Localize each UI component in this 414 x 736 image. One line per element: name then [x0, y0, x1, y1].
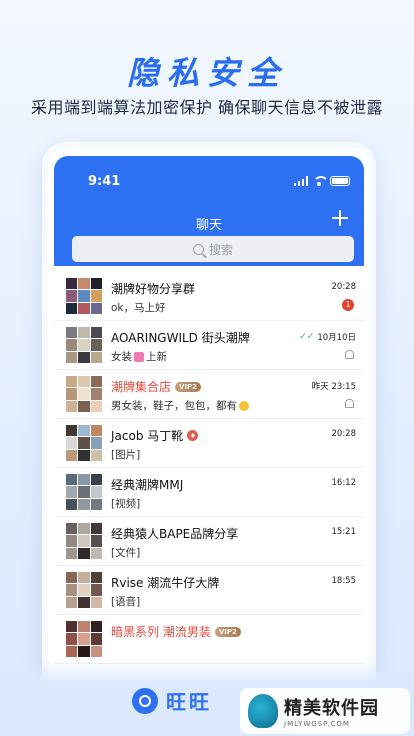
chat-list: 潮牌好物分享群 ok，马上好 20:28 1 AOARINGWILD 街头潮牌 … [54, 272, 364, 664]
chat-time: ✓✓ 10月10日 [299, 331, 356, 343]
chat-name: AOARINGWILD 街头潮牌 [111, 331, 250, 345]
group-avatar [66, 376, 102, 412]
message-suffix: 上新 [146, 351, 167, 363]
chat-time: 昨天 23:15 [311, 382, 356, 392]
chat-message: [图片] [111, 449, 141, 461]
message-prefix: 女装 [111, 351, 132, 363]
wifi-icon [313, 176, 329, 186]
brand-mark: 旺旺 [132, 686, 212, 715]
add-button[interactable] [328, 206, 352, 230]
chat-message: ok，马上好 [111, 302, 166, 314]
status-time: 9:41 [88, 174, 121, 189]
chat-row[interactable]: Rvise 潮流牛仔大牌 [语音] 18:55 [54, 566, 364, 615]
chat-name: 经典猿人BAPE品牌分享 [111, 527, 239, 541]
chat-name: 经典潮牌MMJ [111, 478, 184, 492]
chat-name: Jacob 马丁靴 ◆ [111, 427, 199, 444]
search-icon [192, 243, 204, 255]
chat-name: 潮牌好物分享群 [111, 282, 196, 296]
group-avatar [66, 425, 102, 461]
group-avatar [66, 278, 102, 314]
watermark-sub: JMLYWGSP.COM [284, 720, 350, 728]
vip-badge: VIP2 [214, 626, 241, 637]
chat-row[interactable]: 潮牌好物分享群 ok，马上好 20:28 1 [54, 272, 364, 321]
promo-headline: 隐私安全 [126, 54, 287, 92]
chat-message-text: 男女装，鞋子，包包，都有 [111, 400, 237, 412]
chat-row[interactable]: AOARINGWILD 街头潮牌 女装 上新 ✓✓ 10月10日 [54, 321, 364, 370]
chat-name-text: Jacob 马丁靴 [111, 429, 184, 443]
watermark: 精美软件园 JMLYWGSP.COM [240, 688, 410, 734]
read-check-icon: ✓✓ [299, 332, 315, 342]
merchant-tag-icon: ◆ [187, 430, 199, 441]
mute-icon [345, 399, 354, 408]
chat-time: 16:12 [331, 478, 357, 488]
page-title: 聊天 [195, 218, 222, 233]
brand-name: 旺旺 [166, 690, 212, 714]
shirt-icon [134, 351, 144, 362]
search-input[interactable]: 搜索 [72, 236, 354, 262]
chat-name: Rvise 潮流牛仔大牌 [111, 576, 220, 590]
brand-logo-icon [132, 687, 158, 714]
chat-message: [文件] [111, 547, 141, 559]
chat-time: 15:21 [331, 527, 357, 537]
group-avatar [66, 621, 102, 657]
phone-mockup: 9:41 聊天 搜索 潮牌好物分享群 ok，马上好 20:28 1 AOARIN… [42, 142, 376, 736]
signal-icon [293, 176, 308, 186]
chat-name: 潮牌集合店 VIP2 [111, 378, 202, 395]
mute-icon [345, 350, 354, 359]
group-avatar [66, 474, 102, 510]
chat-message: [语音] [111, 596, 141, 608]
chat-time: 20:28 [331, 282, 357, 292]
chat-row[interactable]: 经典猿人BAPE品牌分享 [文件] 15:21 [54, 517, 364, 566]
watermark-text: 精美软件园 JMLYWGSP.COM [284, 694, 379, 728]
chat-time-text: 10月10日 [317, 333, 356, 343]
group-avatar [66, 327, 102, 363]
watermark-logo-icon [248, 694, 278, 728]
battery-icon [330, 176, 350, 186]
chat-row[interactable]: Jacob 马丁靴 ◆ [图片] 20:28 [54, 419, 364, 468]
search-placeholder: 搜索 [208, 242, 233, 257]
chat-name-text: 暗黑系列 潮流男装 [111, 625, 211, 639]
smile-emoji-icon [239, 400, 249, 411]
chat-row[interactable]: 潮牌集合店 VIP2 男女装，鞋子，包包，都有 昨天 23:15 [54, 370, 364, 419]
group-avatar [66, 572, 102, 608]
chat-row[interactable]: 暗黑系列 潮流男装 VIP2 [54, 615, 364, 664]
chat-message: 男女装，鞋子，包包，都有 [111, 398, 249, 413]
status-icons [293, 176, 350, 186]
vip-badge: VIP2 [175, 381, 202, 392]
promo-subline: 采用端到端算法加密保护 确保聊天信息不被泄露 [30, 98, 384, 117]
watermark-main: 精美软件园 [284, 698, 379, 719]
chat-name-text: 潮牌集合店 [111, 380, 172, 394]
chat-row[interactable]: 经典潮牌MMJ [视频] 16:12 [54, 468, 364, 517]
chat-name: 暗黑系列 潮流男装 VIP2 [111, 623, 241, 640]
chat-time: 20:28 [331, 429, 357, 439]
unread-badge: 1 [342, 299, 354, 311]
chat-message: 女装 上新 [111, 349, 167, 364]
chat-time: 18:55 [331, 576, 357, 586]
app-header: 9:41 聊天 搜索 [54, 156, 364, 266]
group-avatar [66, 523, 102, 559]
chat-message: [视频] [111, 498, 141, 510]
